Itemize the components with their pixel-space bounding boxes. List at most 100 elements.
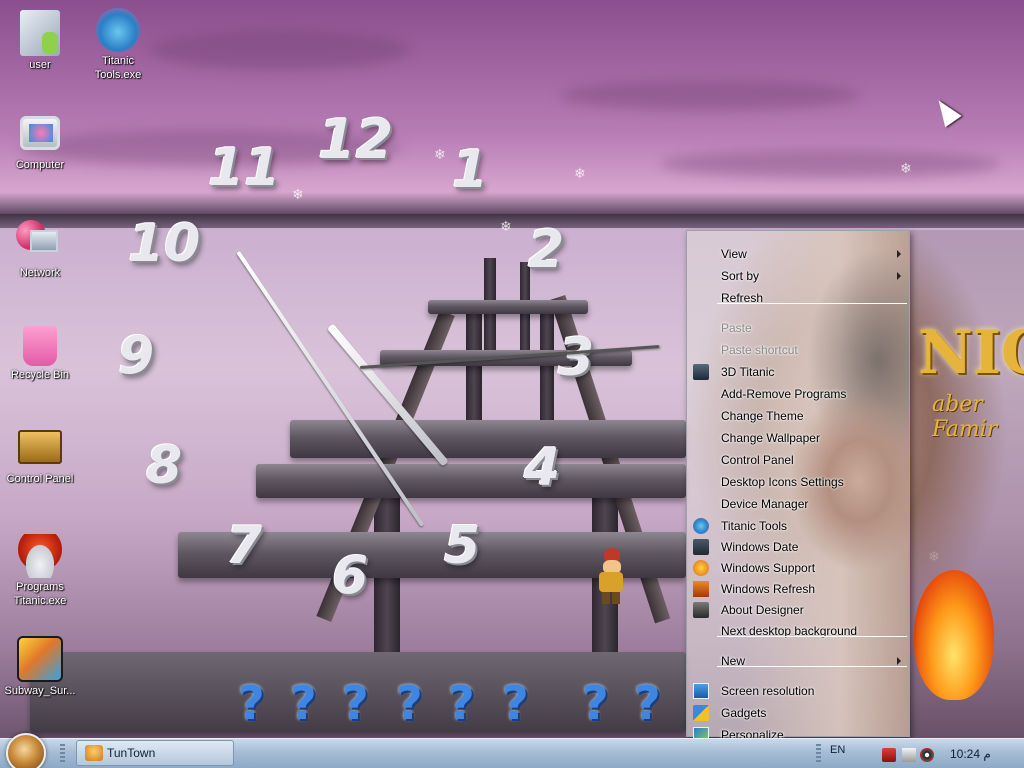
context-menu-item-windows-support[interactable]: Windows Support	[687, 557, 909, 579]
context-menu-item-screen-resolution[interactable]: Screen resolution	[687, 680, 909, 702]
context-menu-item-device-manager[interactable]: Device Manager	[687, 493, 909, 515]
game-character-sprite[interactable]	[596, 548, 626, 606]
context-menu-item-windows-date[interactable]: Windows Date	[687, 536, 909, 558]
taskbar-button-tuntown[interactable]: TunTown	[76, 740, 234, 766]
context-menu-item-label: Paste shortcut	[721, 343, 798, 357]
context-menu-item-change-wallpaper[interactable]: Change Wallpaper	[687, 427, 909, 449]
context-menu-item-paste-shortcut[interactable]: Paste shortcut	[687, 339, 909, 361]
taskbar-clock[interactable]: 10:24 م	[950, 747, 991, 761]
clock-number: 7	[226, 516, 263, 576]
titanic-tools-icon	[693, 518, 709, 534]
clock-number: 8	[146, 436, 183, 496]
cloud	[560, 80, 860, 110]
context-menu-item-windows-refresh[interactable]: Windows Refresh	[687, 578, 909, 600]
submenu-arrow-icon	[897, 272, 901, 280]
flame-decoration	[914, 570, 994, 700]
cloud	[660, 150, 1000, 178]
desktop-icon-label: Computer	[15, 159, 65, 171]
context-menu-item-about-designer[interactable]: About Designer	[687, 599, 909, 621]
mouse-pointer-icon	[930, 94, 962, 128]
desktop-icon-user[interactable]: user	[0, 10, 80, 72]
question-mark-icon: ?	[396, 676, 423, 730]
volume-muted-icon[interactable]	[920, 748, 934, 762]
context-menu-item-label: Change Wallpaper	[721, 431, 820, 445]
context-menu-item-refresh[interactable]: Refresh	[687, 287, 909, 309]
desktop-icon-label: Recycle Bin	[10, 369, 70, 381]
menu-icon-placeholder	[693, 474, 709, 490]
clock-number: 6	[332, 546, 369, 606]
system-tray[interactable]: EN 10:24 م	[822, 740, 1024, 766]
taskbar-grip[interactable]	[816, 744, 821, 762]
taskbar-grip[interactable]	[60, 744, 65, 762]
pier-post	[540, 300, 554, 440]
desktop-icon-control-panel[interactable]: Control Panel	[0, 430, 80, 486]
menu-icon-placeholder	[693, 623, 709, 639]
context-menu-item-new[interactable]: New	[687, 650, 909, 672]
art-subtitle-text: aber Famir	[932, 392, 998, 442]
action-center-flag-icon[interactable]	[882, 748, 896, 762]
desktop-context-menu[interactable]: View Sort by Refresh Paste Paste shortcut 3D …	[686, 230, 910, 743]
about-designer-icon	[693, 602, 709, 618]
context-menu-item-label: About Designer	[721, 603, 804, 617]
context-menu-item-next-desktop-background[interactable]: Next desktop background	[687, 620, 909, 642]
menu-icon-placeholder	[693, 246, 709, 262]
menu-icon-placeholder	[693, 430, 709, 446]
desktop-icon-programs-titanic[interactable]: Programs Titanic.exe	[0, 534, 80, 608]
context-menu-item-3d-titanic[interactable]: 3D Titanic	[687, 361, 909, 383]
context-menu-item-change-theme[interactable]: Change Theme	[687, 405, 909, 427]
clock-number: 10	[128, 214, 201, 274]
question-mark-icon: ?	[582, 676, 609, 730]
context-menu-item-desktop-icons-settings[interactable]: Desktop Icons Settings	[687, 471, 909, 493]
menu-icon-placeholder	[693, 408, 709, 424]
context-menu-item-sort-by[interactable]: Sort by	[687, 265, 909, 287]
taskbar-button-label: TunTown	[107, 746, 156, 760]
menu-icon-placeholder	[693, 386, 709, 402]
computer-icon	[20, 116, 60, 150]
windows-refresh-icon	[693, 581, 709, 597]
context-menu-item-label: Windows Support	[721, 561, 816, 575]
clock-number: 4	[524, 438, 561, 498]
context-menu-item-control-panel[interactable]: Control Panel	[687, 449, 909, 471]
clock-number: 11	[208, 138, 281, 198]
gadgets-icon	[693, 705, 709, 721]
menu-icon-placeholder	[693, 653, 709, 669]
start-button[interactable]	[6, 733, 46, 768]
context-menu-item-label: Change Theme	[721, 409, 804, 423]
desktop-icon-subway-surfers[interactable]: Subway_Sur...	[0, 636, 80, 698]
desktop-icon-computer[interactable]: Computer	[0, 116, 80, 172]
tuntown-icon	[85, 745, 103, 761]
desktop-icon-label: Subway_Sur...	[4, 685, 76, 697]
context-menu-item-gadgets[interactable]: Gadgets	[687, 702, 909, 724]
context-menu-item-label: Desktop Icons Settings	[721, 475, 844, 489]
menu-icon-placeholder	[693, 342, 709, 358]
submenu-arrow-icon	[897, 250, 901, 258]
context-menu-item-paste[interactable]: Paste	[687, 317, 909, 339]
clock-number: 5	[444, 516, 481, 576]
recycle-bin-icon	[23, 326, 57, 366]
subway-surfers-icon	[17, 636, 63, 682]
network-tray-icon[interactable]	[902, 748, 916, 762]
titanic-tools-icon	[96, 8, 140, 52]
cloud	[150, 30, 410, 70]
folder-user-icon	[20, 10, 60, 56]
menu-icon-placeholder	[693, 290, 709, 306]
titanic-3d-icon	[693, 364, 709, 380]
desktop-icon-titanic-tools[interactable]: Titanic Tools.exe	[78, 8, 158, 82]
pier-plank	[290, 420, 686, 458]
desktop-icon-label: Control Panel	[6, 473, 74, 485]
language-indicator[interactable]: EN	[830, 744, 845, 756]
context-menu-item-titanic-tools[interactable]: Titanic Tools	[687, 515, 909, 537]
pier-plank	[256, 464, 686, 498]
question-mark-icon: ?	[634, 676, 661, 730]
context-menu-item-label: 3D Titanic	[721, 365, 775, 379]
desktop-icon-recycle-bin[interactable]: Recycle Bin	[0, 326, 80, 382]
desktop-icon-network[interactable]: Network	[0, 220, 80, 280]
context-menu-item-label: Device Manager	[721, 497, 809, 511]
question-mark-icon: ?	[342, 676, 369, 730]
windows-support-icon	[693, 560, 709, 576]
context-menu-item-add-remove-programs[interactable]: Add-Remove Programs	[687, 383, 909, 405]
context-menu-item-view[interactable]: View	[687, 243, 909, 265]
context-menu-item-label: Control Panel	[721, 453, 794, 467]
control-panel-icon	[18, 430, 62, 464]
menu-separator	[717, 303, 907, 304]
